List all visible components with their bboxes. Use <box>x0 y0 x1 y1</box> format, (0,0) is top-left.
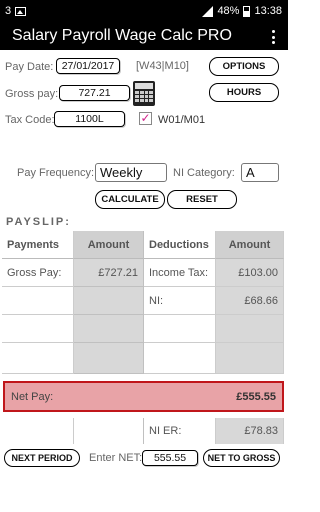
deduction-amount: £103.00 <box>216 259 284 287</box>
net-pay-row: Net Pay: £555.55 <box>3 381 284 412</box>
payment-amount <box>74 287 144 315</box>
ni-er-label: NI ER: <box>144 418 216 444</box>
tax-code-field[interactable]: 1100L <box>54 111 125 127</box>
notification-count: 3 <box>5 5 12 17</box>
payments-header: Payments <box>2 231 74 259</box>
pay-frequency-input[interactable]: Weekly <box>95 163 167 182</box>
hours-button[interactable]: HOURS <box>209 83 279 102</box>
next-period-button[interactable]: NEXT PERIOD <box>4 449 80 467</box>
table-header: Payments Amount Deductions Amount <box>2 231 284 259</box>
payment-label <box>2 287 74 315</box>
ni-category-label: NI Category: <box>173 167 235 179</box>
overflow-menu-icon[interactable] <box>272 30 276 44</box>
net-pay-label: Net Pay: <box>11 390 54 403</box>
table-row <box>2 343 284 374</box>
net-pay-value: £555.55 <box>236 390 276 403</box>
enter-net-label: Enter NET: <box>89 452 143 464</box>
calculate-button[interactable]: CALCULATE <box>95 190 165 209</box>
payment-label <box>2 315 74 343</box>
ni-category-input[interactable]: A <box>241 163 279 182</box>
net-to-gross-button[interactable]: NET TO GROSS <box>203 449 280 467</box>
payslip-title: PAYSLIP: <box>6 216 71 228</box>
tax-code-label: Tax Code: <box>5 114 55 126</box>
deduction-label: Income Tax: <box>144 259 216 287</box>
deductions-header: Deductions <box>144 231 216 259</box>
table-row: Gross Pay: £727.21 Income Tax: £103.00 <box>2 259 284 287</box>
w01-checkbox[interactable]: ✓ <box>139 112 152 125</box>
payslip-table: Payments Amount Deductions Amount Gross … <box>2 231 284 374</box>
battery-percent: 48% <box>217 5 240 17</box>
table-row: NI: £68.66 <box>2 287 284 315</box>
pay-date-field[interactable]: 27/01/2017 <box>56 58 120 74</box>
ni-er-value: £78.83 <box>216 418 284 444</box>
payment-amount: £727.21 <box>74 259 144 287</box>
deduction-label: NI: <box>144 287 216 315</box>
payment-label: Gross Pay: <box>2 259 74 287</box>
pay-date-label: Pay Date: <box>5 61 54 73</box>
deduction-empty-cell <box>144 343 216 374</box>
ni-er-empty-cell <box>2 418 74 444</box>
deduction-label <box>144 315 216 343</box>
ni-er-row: NI ER: £78.83 <box>2 418 284 444</box>
options-button[interactable]: OPTIONS <box>209 57 279 76</box>
deduction-amount-header: Amount <box>216 231 284 259</box>
deduction-amount-empty-cell <box>216 343 284 374</box>
calculator-icon[interactable] <box>133 81 155 106</box>
app-bar: Salary Payroll Wage Calc PRO <box>0 24 288 50</box>
table-row <box>2 315 284 343</box>
payment-empty-cell <box>2 343 74 374</box>
status-bar: 3 48% 13:38 <box>0 0 288 24</box>
payment-amount <box>74 315 144 343</box>
gross-pay-field[interactable]: 727.21 <box>59 85 130 101</box>
deduction-amount <box>216 315 284 343</box>
enter-net-field[interactable]: 555.55 <box>142 450 198 466</box>
ni-er-empty-amount <box>74 418 144 444</box>
w01-label: W01/M01 <box>158 114 206 126</box>
battery-icon <box>243 5 251 17</box>
image-icon <box>15 6 27 16</box>
app-title: Salary Payroll Wage Calc PRO <box>12 27 232 44</box>
deduction-amount: £68.66 <box>216 287 284 315</box>
reset-button[interactable]: RESET <box>167 190 237 209</box>
payment-amount-empty-cell <box>74 343 144 374</box>
clock: 13:38 <box>254 5 282 17</box>
gross-pay-label: Gross pay: <box>5 88 59 100</box>
pay-frequency-label: Pay Frequency: <box>17 167 95 179</box>
signal-icon <box>202 5 214 17</box>
week-month-label: [W43|M10] <box>136 60 189 72</box>
payment-amount-header: Amount <box>74 231 144 259</box>
